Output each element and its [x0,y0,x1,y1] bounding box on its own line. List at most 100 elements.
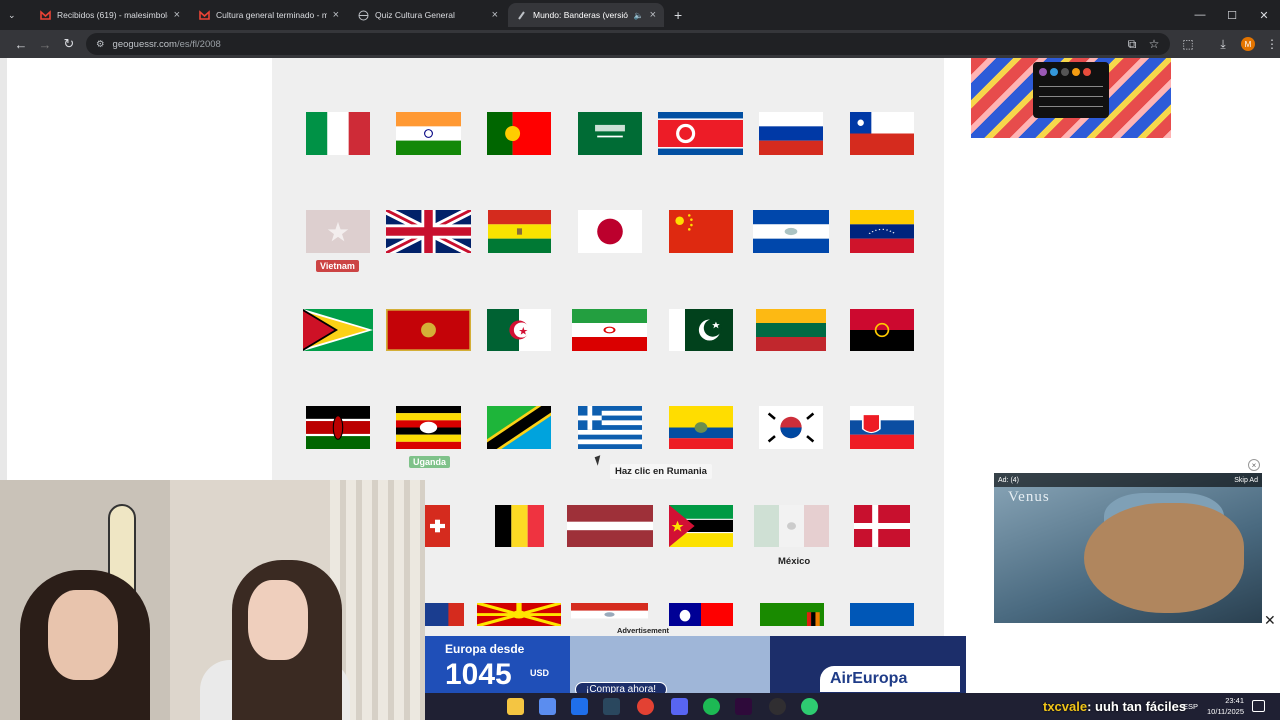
flag-greece[interactable] [578,406,642,449]
flag-vietnam[interactable] [306,210,370,253]
flag-label-mexico: México [778,556,811,567]
tab-quiz[interactable]: Quiz Cultura General × [350,3,506,27]
spotify-icon[interactable] [703,698,720,715]
flag-ukraine[interactable] [850,603,914,626]
flag-kenya[interactable] [306,406,370,449]
tab-strip: ⌄ Recibidos (619) - malesimbol@ × Cultur… [0,0,1280,30]
tab-gmail-cultura[interactable]: Cultura general terminado - m × [191,3,347,27]
flag-russia[interactable] [759,112,823,155]
extensions-icon[interactable]: ⬚ [1176,30,1200,58]
flag-portugal[interactable] [487,112,551,155]
download-icon[interactable]: ⤓ [1211,30,1235,58]
outlook-icon[interactable] [571,698,588,715]
flag-north-macedonia[interactable] [477,603,561,626]
sidebar-ad-image[interactable] [971,58,1171,138]
speaker-icon[interactable]: 🔈 [634,11,644,20]
discord-icon[interactable] [671,698,688,715]
app-icon[interactable] [801,698,818,715]
flag-algeria[interactable] [487,309,551,351]
file-explorer-icon[interactable] [507,698,524,715]
tab-gmail-inbox[interactable]: Recibidos (619) - malesimbol@ × [32,3,188,27]
obs-icon[interactable] [769,698,786,715]
browser-toolbar: ← → ↻ ⚙ geoguessr.com/es/fl/2008 ⧉ ☆ ⬚ ⤓… [0,30,1280,58]
steam-icon[interactable] [603,698,620,715]
install-app-icon[interactable]: ⧉ [1120,30,1144,58]
flag-united-kingdom[interactable] [386,210,471,253]
buy-now-button[interactable]: ¡Compra ahora! [575,682,668,693]
flag-paraguay[interactable] [571,603,648,626]
flag-zambia[interactable] [760,603,824,626]
flag-angola[interactable] [850,309,914,351]
close-window-icon[interactable]: ✕ [1248,0,1280,30]
clock-date: 10/11/2025 [1207,707,1244,716]
flag-guyana[interactable] [303,309,373,351]
reload-icon[interactable]: ↻ [57,30,81,58]
flag-slovakia[interactable] [850,406,914,449]
language-indicator[interactable]: ESP [1183,702,1198,711]
tab-geoguessr[interactable]: Mundo: Banderas (versión c 🔈 × [508,3,664,27]
window-controls: — ☐ ✕ [1184,0,1280,30]
flag-partial-1[interactable] [425,603,464,626]
flag-north-korea[interactable] [658,112,743,155]
bookmark-star-icon[interactable]: ☆ [1142,30,1166,58]
flag-latvia[interactable] [567,505,653,547]
close-banner-icon[interactable]: ✕ [1264,612,1276,629]
color-palette-graphic [1033,62,1109,118]
flag-japan[interactable] [578,210,642,253]
flag-denmark[interactable] [854,505,910,547]
address-bar[interactable]: ⚙ geoguessr.com/es/fl/2008 [86,33,1170,55]
flag-bolivia[interactable] [488,210,551,253]
flag-chile[interactable] [850,112,914,155]
quiz-prompt-tooltip: Haz clic en Rumania [610,464,712,479]
site-info-icon[interactable]: ⚙ [96,39,105,50]
flag-pakistan[interactable] [669,309,733,351]
back-icon[interactable]: ← [9,30,33,58]
profile-button[interactable]: M [1236,30,1260,58]
flag-lithuania[interactable] [756,309,826,351]
flag-mozambique[interactable] [669,505,733,547]
banner-ad[interactable]: Europa desde 1045 USD ¡Compra ahora! Air… [425,636,966,693]
notifications-icon[interactable] [1252,700,1265,712]
menu-kebab-icon[interactable]: ⋮ [1260,30,1280,58]
flag-ecuador[interactable] [669,406,733,449]
ad-graphic [1084,503,1244,613]
flag-south-korea[interactable] [759,406,823,449]
flag-saudi-arabia[interactable] [578,112,642,155]
close-tab-icon[interactable]: × [174,9,180,21]
premiere-icon[interactable] [735,698,752,715]
streamer-face [248,580,308,660]
new-tab-button[interactable]: + [666,3,690,27]
close-tab-icon[interactable]: × [650,9,656,21]
close-tab-icon[interactable]: × [333,9,339,21]
tab-search-button[interactable]: ⌄ [0,3,30,27]
flag-india[interactable] [396,112,461,155]
store-icon[interactable] [539,698,556,715]
globe-icon [358,10,369,21]
flag-switzerland[interactable] [425,505,450,547]
close-tab-icon[interactable]: × [492,9,498,21]
flag-el-salvador[interactable] [753,210,829,253]
skip-ad-button[interactable]: Skip Ad [1234,477,1258,484]
flag-uganda[interactable] [396,406,461,449]
flag-belgium[interactable] [495,505,544,547]
chat-username: txcvale [1043,699,1088,714]
gmail-icon [199,9,210,21]
flag-iran[interactable] [572,309,647,351]
gmail-icon [40,9,51,21]
flag-mexico[interactable] [754,505,829,547]
chrome-icon[interactable] [637,698,654,715]
flag-tanzania[interactable] [487,406,551,449]
flag-china[interactable] [669,210,733,253]
video-ad[interactable]: Ad: (4) Skip Ad Venus [994,473,1262,623]
flag-taiwan[interactable] [669,603,733,626]
system-clock[interactable]: 23:41 10/11/2025 [1200,695,1244,717]
flag-italy[interactable] [306,112,370,155]
maximize-icon[interactable]: ☐ [1216,0,1248,30]
close-video-ad-icon[interactable]: × [1248,459,1260,471]
flag-venezuela[interactable] [850,210,914,253]
forward-icon[interactable]: → [33,30,57,58]
url-path: /es/fl/2008 [176,38,221,50]
flag-montenegro[interactable] [386,309,471,351]
minimize-icon[interactable]: — [1184,0,1216,30]
chat-overlay: txcvale: uuh tan fáciles [1043,699,1186,714]
